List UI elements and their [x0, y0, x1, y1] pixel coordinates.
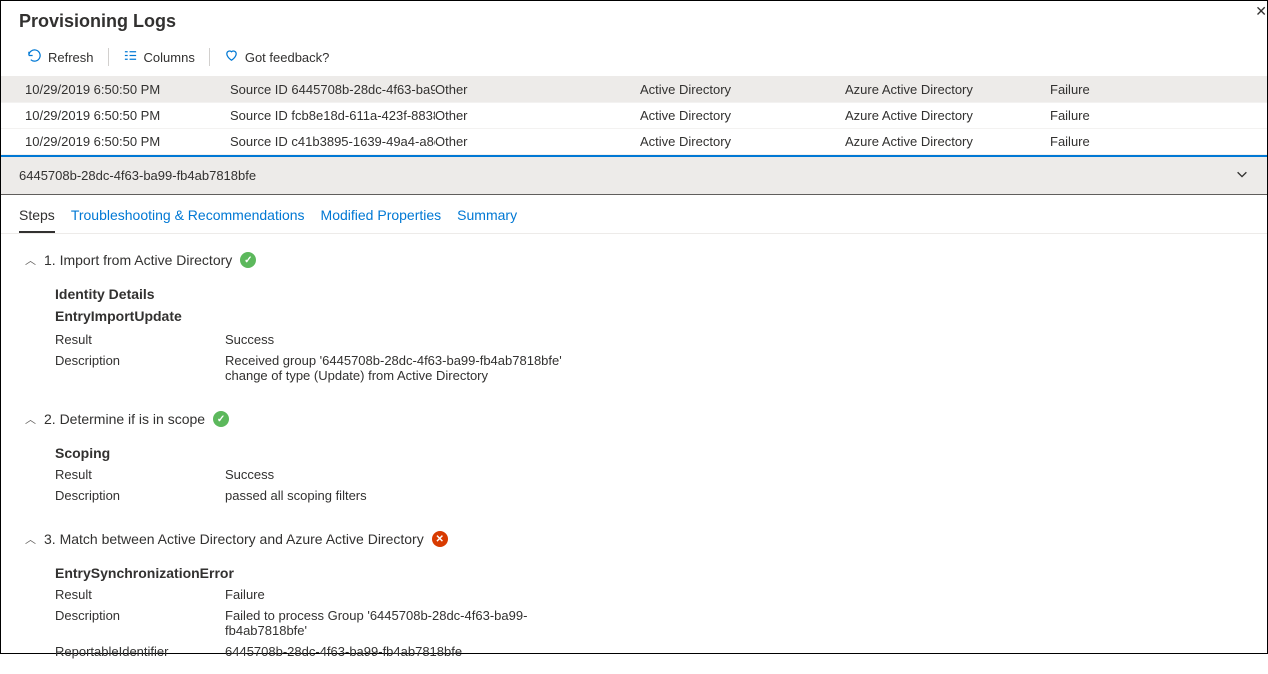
- cell-date: 10/29/2019 6:50:50 PM: [25, 134, 230, 149]
- steps-content: ︿ 1. Import from Active Directory ✓ Iden…: [1, 234, 1267, 674]
- cell-source: Source ID 6445708b-28dc-4f63-ba99-fb4: [230, 82, 435, 97]
- kv-label: Result: [55, 467, 225, 482]
- chevron-up-icon[interactable]: ︿: [25, 411, 36, 427]
- refresh-icon: [27, 48, 42, 66]
- kv-label: Description: [55, 608, 225, 638]
- section-subheading: EntryImportUpdate: [55, 308, 1243, 324]
- step-title: 2. Determine if is in scope: [44, 411, 205, 427]
- page-header: Provisioning Logs: [1, 1, 1267, 40]
- tabs: Steps Troubleshooting & Recommendations …: [1, 195, 1267, 234]
- kv-label: Description: [55, 488, 225, 503]
- tab-troubleshooting[interactable]: Troubleshooting & Recommendations: [71, 203, 305, 233]
- cell-status: Failure: [1050, 82, 1150, 97]
- cell-status: Failure: [1050, 134, 1150, 149]
- step-1-details: Identity Details EntryImportUpdate Resul…: [55, 286, 1243, 383]
- kv-label: ReportableIdentifier: [55, 644, 225, 659]
- feedback-label: Got feedback?: [245, 50, 330, 65]
- tab-steps[interactable]: Steps: [19, 203, 55, 233]
- kv-value: passed all scoping filters: [225, 488, 367, 503]
- step-3-details: EntrySynchronizationError Result Failure…: [55, 565, 1243, 659]
- section-heading: Identity Details: [55, 286, 1243, 302]
- cell-target-system: Azure Active Directory: [845, 82, 1050, 97]
- kv-label: Result: [55, 332, 225, 347]
- columns-button[interactable]: Columns: [115, 44, 203, 70]
- logs-table: 10/29/2019 6:50:50 PM Source ID 6445708b…: [1, 77, 1267, 155]
- cell-date: 10/29/2019 6:50:50 PM: [25, 82, 230, 97]
- cell-other: Other: [435, 134, 640, 149]
- refresh-button[interactable]: Refresh: [19, 44, 102, 70]
- kv-row: Description Failed to process Group '644…: [55, 608, 1243, 638]
- close-icon[interactable]: ✕: [1255, 3, 1267, 20]
- kv-value: Success: [225, 332, 274, 347]
- success-icon: ✓: [240, 252, 256, 268]
- table-row[interactable]: 10/29/2019 6:50:50 PM Source ID c41b3895…: [1, 129, 1267, 155]
- detail-id: 6445708b-28dc-4f63-ba99-fb4ab7818bfe: [19, 168, 256, 183]
- kv-row: Result Success: [55, 332, 1243, 347]
- page-title: Provisioning Logs: [19, 11, 1249, 32]
- cell-status: Failure: [1050, 108, 1150, 123]
- step-header-1[interactable]: ︿ 1. Import from Active Directory ✓: [25, 252, 1243, 268]
- cell-target-system: Azure Active Directory: [845, 108, 1050, 123]
- detail-panel-header: 6445708b-28dc-4f63-ba99-fb4ab7818bfe: [1, 155, 1267, 195]
- feedback-button[interactable]: Got feedback?: [216, 44, 338, 70]
- columns-icon: [123, 48, 138, 66]
- cell-source-system: Active Directory: [640, 82, 845, 97]
- refresh-label: Refresh: [48, 50, 94, 65]
- kv-label: Description: [55, 353, 225, 383]
- toolbar: Refresh Columns Got feedback?: [1, 40, 1267, 77]
- kv-value: Success: [225, 467, 274, 482]
- section-heading: EntrySynchronizationError: [55, 565, 1243, 581]
- columns-label: Columns: [144, 50, 195, 65]
- chevron-up-icon[interactable]: ︿: [25, 252, 36, 268]
- kv-row: ReportableIdentifier 6445708b-28dc-4f63-…: [55, 644, 1243, 659]
- kv-row: Result Failure: [55, 587, 1243, 602]
- success-icon: ✓: [213, 411, 229, 427]
- cell-source: Source ID fcb8e18d-611a-423f-8838-b9d: [230, 108, 435, 123]
- error-icon: ✕: [432, 531, 448, 547]
- cell-source-system: Active Directory: [640, 108, 845, 123]
- cell-source: Source ID c41b3895-1639-49a4-a8ea-466: [230, 134, 435, 149]
- toolbar-divider: [209, 48, 210, 66]
- heart-icon: [224, 48, 239, 66]
- kv-row: Result Success: [55, 467, 1243, 482]
- cell-other: Other: [435, 108, 640, 123]
- chevron-up-icon[interactable]: ︿: [25, 531, 36, 547]
- step-title: 3. Match between Active Directory and Az…: [44, 531, 424, 547]
- cell-source-system: Active Directory: [640, 134, 845, 149]
- kv-label: Result: [55, 587, 225, 602]
- table-row[interactable]: 10/29/2019 6:50:50 PM Source ID fcb8e18d…: [1, 103, 1267, 129]
- table-row[interactable]: 10/29/2019 6:50:50 PM Source ID 6445708b…: [1, 77, 1267, 103]
- kv-value: Failure: [225, 587, 265, 602]
- tab-summary[interactable]: Summary: [457, 203, 517, 233]
- kv-value: 6445708b-28dc-4f63-ba99-fb4ab7818bfe: [225, 644, 462, 659]
- toolbar-divider: [108, 48, 109, 66]
- cell-target-system: Azure Active Directory: [845, 134, 1050, 149]
- section-heading: Scoping: [55, 445, 1243, 461]
- cell-other: Other: [435, 82, 640, 97]
- tab-modified-properties[interactable]: Modified Properties: [321, 203, 442, 233]
- cell-date: 10/29/2019 6:50:50 PM: [25, 108, 230, 123]
- kv-value: Received group '6445708b-28dc-4f63-ba99-…: [225, 353, 585, 383]
- kv-row: Description Received group '6445708b-28d…: [55, 353, 1243, 383]
- step-2-details: Scoping Result Success Description passe…: [55, 445, 1243, 503]
- kv-row: Description passed all scoping filters: [55, 488, 1243, 503]
- chevron-down-icon[interactable]: [1235, 167, 1249, 184]
- step-title: 1. Import from Active Directory: [44, 252, 232, 268]
- step-header-3[interactable]: ︿ 3. Match between Active Directory and …: [25, 531, 1243, 547]
- step-header-2[interactable]: ︿ 2. Determine if is in scope ✓: [25, 411, 1243, 427]
- kv-value: Failed to process Group '6445708b-28dc-4…: [225, 608, 585, 638]
